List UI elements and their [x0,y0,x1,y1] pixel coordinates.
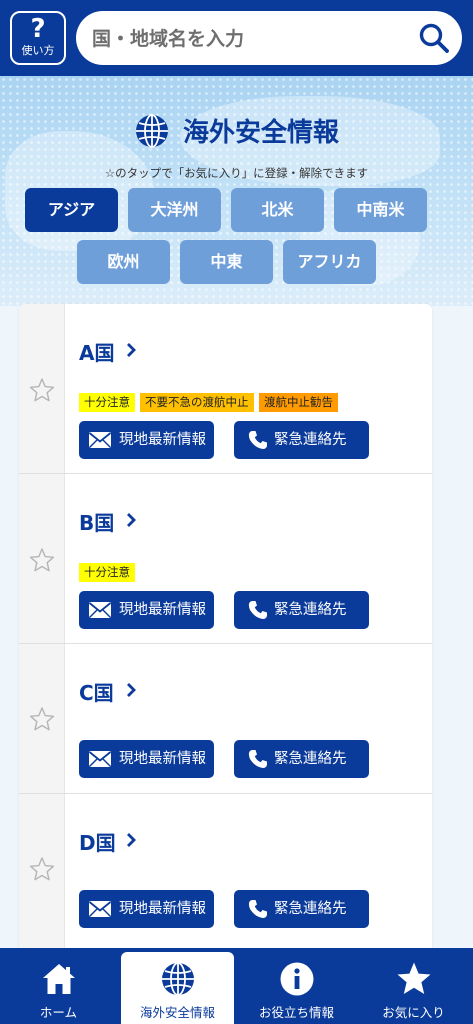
local-info-label: 現地最新情報 [119,751,206,767]
advisory-tag-level1: 十分注意 [79,393,135,412]
local-info-label: 現地最新情報 [119,432,206,448]
bottom-nav: ホーム 海外安全情報 お役立ち情報 お気に入り [0,948,473,1024]
page-title: 海外安全情報 [183,118,340,148]
mail-icon [88,901,112,917]
chevron-right-icon [127,683,136,697]
region-tab-oceania[interactable]: 大洋州 [128,188,221,232]
mail-icon [88,602,112,618]
phone-icon [248,431,267,449]
globe-icon [161,962,194,996]
home-icon [42,964,75,994]
emergency-contact-label: 緊急連絡先 [274,751,347,767]
chevron-right-icon [127,513,136,527]
emergency-contact-button[interactable]: 緊急連絡先 [234,740,369,778]
chevron-right-icon [127,343,136,357]
favorite-column [19,794,65,948]
country-card: D国 現地最新情報 緊急連絡先 [19,794,432,949]
country-card: C国 現地最新情報 緊急連絡先 [19,644,432,794]
emergency-contact-label: 緊急連絡先 [274,901,347,917]
local-info-button[interactable]: 現地最新情報 [79,421,214,459]
country-card: A国 十分注意 不要不急の渡航中止 渡航中止勧告 現地最新情報 緊急連絡先 [19,304,432,474]
favorite-hint: ☆のタップで「お気に入り」に登録・解除できます [104,166,369,180]
country-card: B国 十分注意 現地最新情報 緊急連絡先 [19,474,432,644]
emergency-contact-button[interactable]: 緊急連絡先 [234,421,369,459]
favorite-star-icon[interactable] [29,547,55,573]
title-row: 海外安全情報 [0,112,473,149]
advisory-tag-level2: 不要不急の渡航中止 [140,393,254,412]
local-info-button[interactable]: 現地最新情報 [79,890,214,928]
emergency-contact-button[interactable]: 緊急連絡先 [234,591,369,629]
favorite-column [19,304,65,473]
info-icon [280,962,313,996]
local-info-label: 現地最新情報 [119,901,206,917]
nav-home-label: ホーム [39,1005,78,1020]
chevron-right-icon [127,833,136,847]
region-tab-africa[interactable]: アフリカ [283,240,376,284]
hero-map: 海外安全情報 ☆のタップで「お気に入り」に登録・解除できます アジア 大洋州 北… [0,76,473,306]
nav-useful-info[interactable]: お役立ち情報 [240,948,353,1024]
favorite-star-icon[interactable] [29,856,55,882]
favorite-column [19,474,65,643]
nav-safety-info[interactable]: 海外安全情報 [121,952,234,1024]
help-button[interactable]: ? 使い方 [10,11,66,65]
nav-useful-info-label: お役立ち情報 [258,1005,334,1020]
question-mark-icon: ? [30,14,46,44]
advisory-tag-level3: 渡航中止勧告 [259,393,338,412]
region-tab-north-america[interactable]: 北米 [231,188,324,232]
favorite-star-icon[interactable] [29,377,55,403]
phone-icon [248,601,267,619]
local-info-button[interactable]: 現地最新情報 [79,591,214,629]
country-name-link[interactable]: C国 [79,677,114,706]
nav-favorites[interactable]: お気に入り [357,948,470,1024]
search-bar [76,11,462,65]
mail-icon [88,432,112,448]
emergency-contact-label: 緊急連絡先 [274,432,347,448]
emergency-contact-button[interactable]: 緊急連絡先 [234,890,369,928]
country-name-link[interactable]: B国 [79,507,114,536]
local-info-button[interactable]: 現地最新情報 [79,740,214,778]
favorite-column [19,644,65,793]
star-icon [397,962,430,994]
nav-safety-info-label: 海外安全情報 [139,1005,215,1020]
search-icon[interactable] [418,22,450,54]
help-label: 使い方 [21,44,55,57]
favorite-star-icon[interactable] [29,706,55,732]
country-list: A国 十分注意 不要不急の渡航中止 渡航中止勧告 現地最新情報 緊急連絡先 B国… [19,304,432,949]
emergency-contact-label: 緊急連絡先 [274,602,347,618]
mail-icon [88,751,112,767]
advisory-tag-level1: 十分注意 [79,563,135,582]
phone-icon [248,900,267,918]
region-tab-middle-east[interactable]: 中東 [180,240,273,284]
nav-home[interactable]: ホーム [2,948,115,1024]
country-name-link[interactable]: D国 [79,827,116,856]
region-tab-latin-america[interactable]: 中南米 [334,188,427,232]
local-info-label: 現地最新情報 [119,602,206,618]
search-input[interactable] [90,21,394,57]
nav-favorites-label: お気に入り [382,1005,445,1020]
phone-icon [248,750,267,768]
region-tab-asia[interactable]: アジア [25,188,118,232]
country-name-link[interactable]: A国 [79,337,114,366]
region-tab-europe[interactable]: 欧州 [77,240,170,284]
top-bar: ? 使い方 [0,0,473,76]
globe-icon [135,113,168,148]
